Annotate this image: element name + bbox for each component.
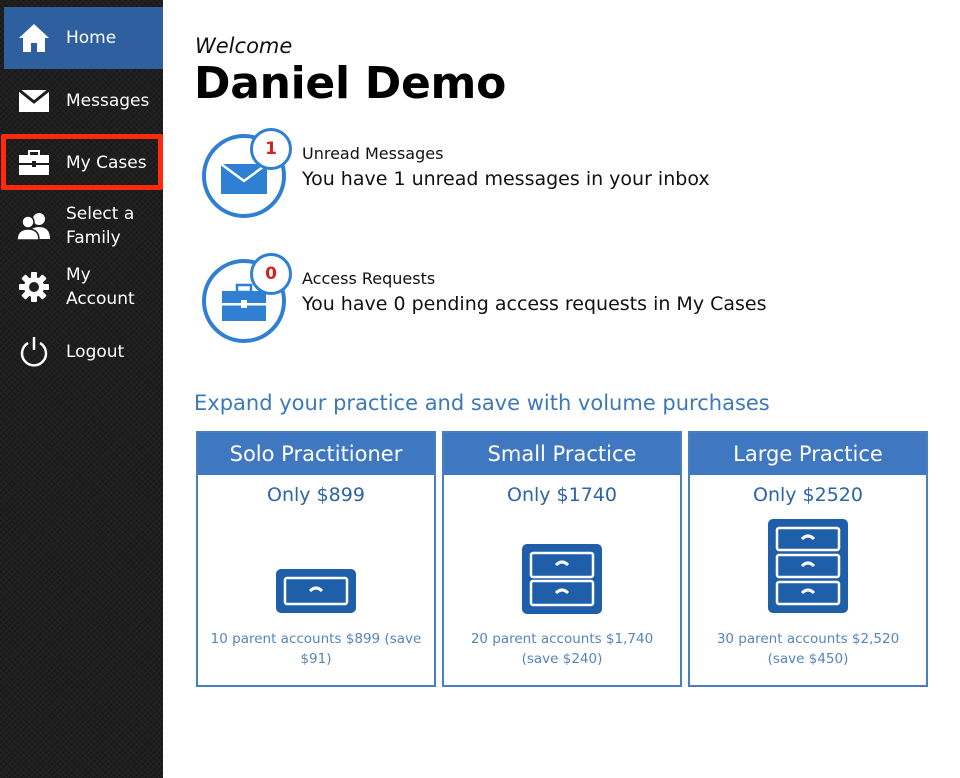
power-icon: [12, 332, 56, 372]
briefcase-icon: [12, 143, 56, 183]
file-cabinet-icon: [690, 519, 926, 613]
unread-messages-notification[interactable]: 1 Unread Messages You have 1 unread mess…: [202, 128, 802, 220]
plan-name: Solo Practitioner: [198, 433, 434, 475]
welcome-text: Welcome: [195, 34, 293, 58]
notification-description: You have 1 unread messages in your inbox: [302, 168, 710, 190]
sidebar-item-label: Logout: [66, 342, 125, 362]
plan-price: Only $899: [267, 484, 365, 506]
envelope-icon: [12, 81, 56, 121]
sidebar-item-home[interactable]: Home: [4, 7, 163, 69]
plan-card-solo[interactable]: Solo Practitioner Only $899 10 parent ac…: [196, 431, 436, 687]
sidebar-item-my-account[interactable]: My Account: [4, 262, 163, 312]
access-requests-notification[interactable]: 0 Access Requests You have 0 pending acc…: [202, 253, 802, 345]
sidebar-item-label: Select a Family: [66, 204, 135, 248]
sidebar-item-my-cases[interactable]: My Cases: [4, 143, 163, 183]
plan-description: 10 parent accounts $899 (save $91): [210, 631, 422, 667]
sidebar-item-label: Home: [66, 28, 117, 48]
file-cabinet-icon: [444, 544, 680, 614]
plan-description: 20 parent accounts $1,740 (save $240): [470, 631, 654, 667]
promo-heading: Expand your practice and save with volum…: [194, 391, 770, 415]
home-icon: [12, 18, 56, 58]
gear-icon: [12, 267, 56, 307]
file-cabinet-icon: [198, 569, 434, 613]
notification-title: Unread Messages: [302, 144, 444, 163]
notification-description: You have 0 pending access requests in My…: [302, 293, 767, 315]
plan-price: Only $2520: [752, 484, 863, 506]
sidebar-item-label: My Cases: [66, 153, 147, 173]
count-badge: 0: [250, 253, 292, 295]
sidebar-item-label: Messages: [66, 91, 150, 111]
plan-price: Only $1740: [506, 484, 617, 506]
sidebar-item-label: My Account: [66, 265, 135, 309]
sidebar-item-logout[interactable]: Logout: [4, 332, 163, 372]
notification-title: Access Requests: [302, 269, 436, 288]
plan-card-large[interactable]: Large Practice Only $2520 30 parent acco…: [688, 431, 928, 687]
plan-card-small[interactable]: Small Practice Only $1740 20 parent acco…: [442, 431, 682, 687]
count-badge: 1: [250, 128, 292, 170]
sidebar: Home Messages My Cases Select a Family M…: [0, 0, 163, 778]
sidebar-item-select-family[interactable]: Select a Family: [4, 201, 163, 251]
sidebar-item-messages[interactable]: Messages: [4, 80, 163, 122]
family-icon: [12, 206, 56, 246]
plan-description: 30 parent accounts $2,520 (save $450): [716, 631, 900, 667]
plan-name: Small Practice: [444, 433, 680, 475]
page-title: Daniel Demo: [194, 58, 507, 109]
plan-name: Large Practice: [690, 433, 926, 475]
